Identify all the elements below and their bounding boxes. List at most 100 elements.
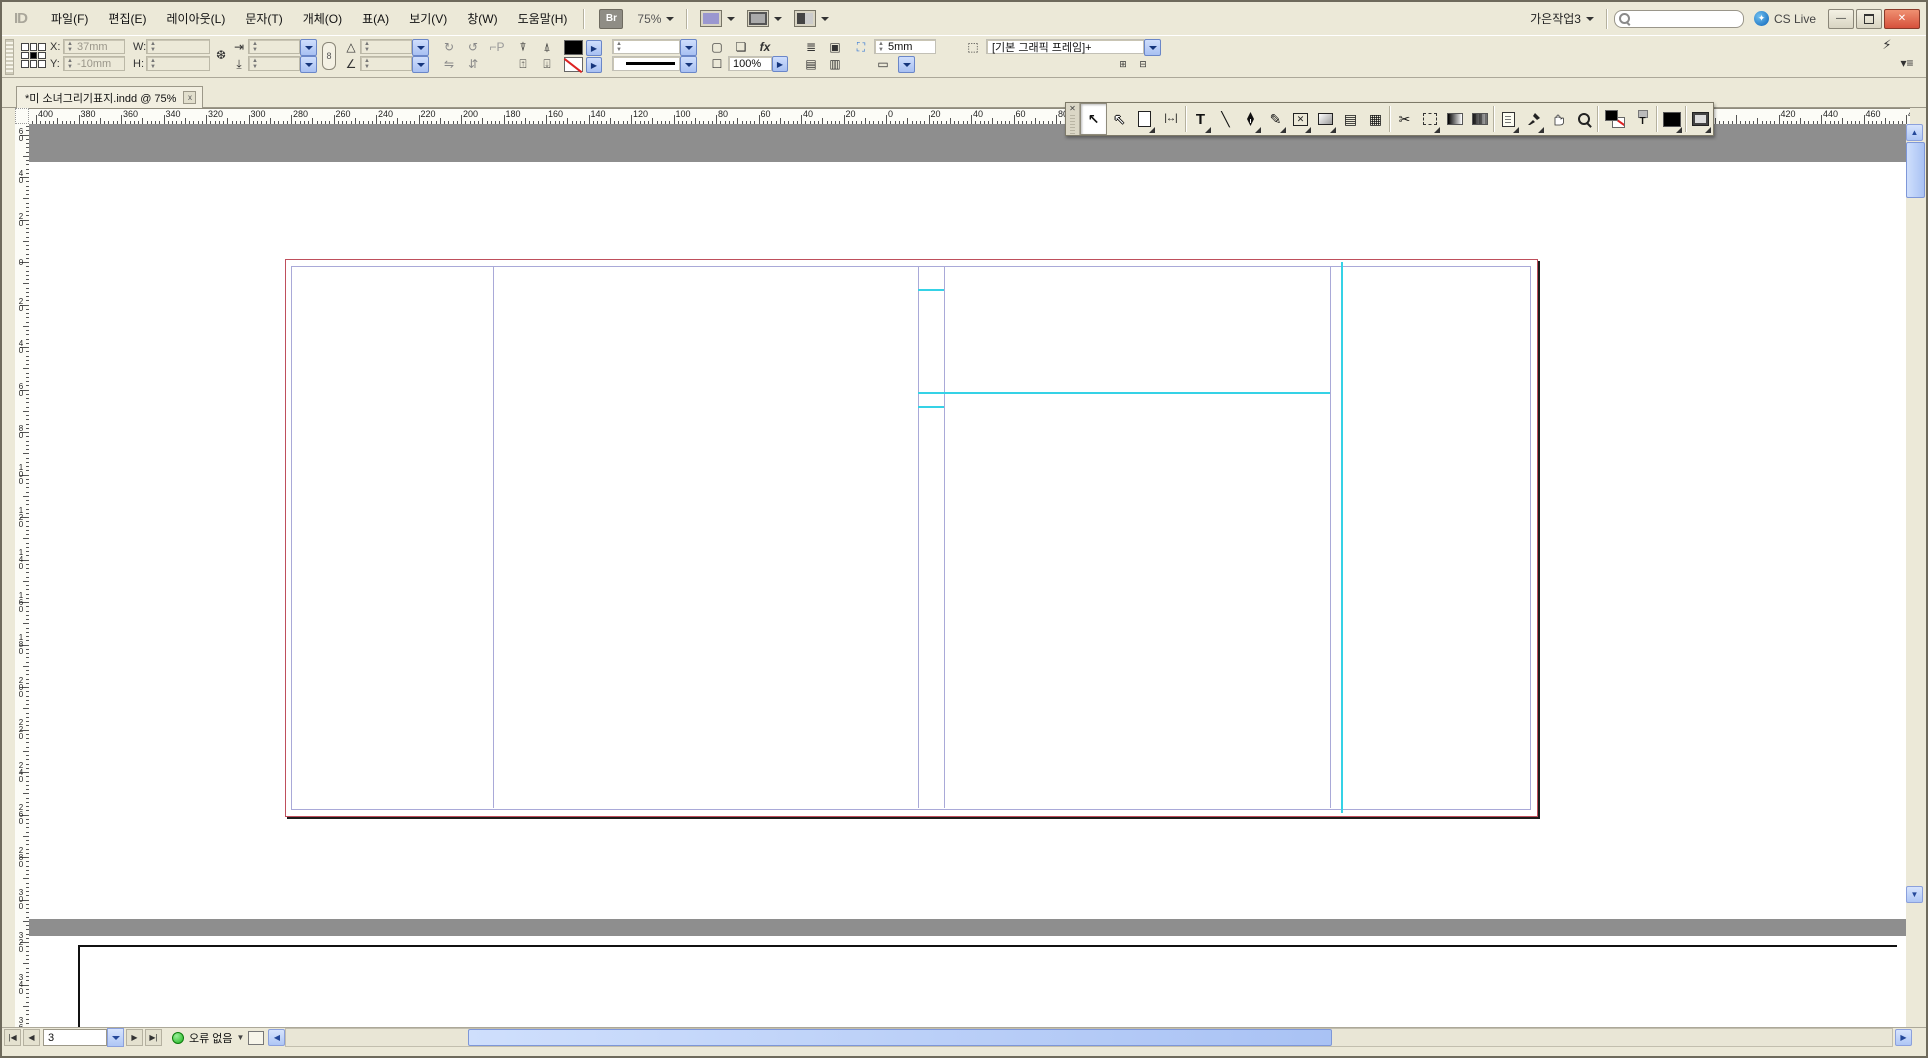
fill-color-swatch[interactable] xyxy=(564,40,583,55)
fill-color-menu-button[interactable]: ▶ xyxy=(586,40,602,56)
effects-fx-icon[interactable]: fx xyxy=(756,39,774,55)
panel-close-icon[interactable]: ✕ xyxy=(1069,104,1076,113)
scroll-down-arrow[interactable]: ▼ xyxy=(1906,886,1923,903)
menu-창W[interactable]: 창(W) xyxy=(457,7,507,30)
type-tool[interactable]: T xyxy=(1188,103,1213,135)
zoom-tool[interactable] xyxy=(1571,103,1596,135)
horizontal-scroll-thumb[interactable] xyxy=(468,1029,1332,1046)
constrain-scale-link-icon[interactable]: 8 xyxy=(322,42,336,70)
ruler-origin-box[interactable] xyxy=(15,108,29,124)
opacity-field[interactable]: 100% xyxy=(728,56,772,71)
apply-color-button[interactable] xyxy=(1659,103,1684,135)
bridge-button[interactable]: Br xyxy=(599,9,623,29)
object-style-dropdown-button[interactable] xyxy=(1144,39,1161,56)
column-guide[interactable] xyxy=(918,266,919,808)
direct-selection-tool[interactable]: ↖ xyxy=(1107,103,1132,135)
frame-fit-amount-field[interactable]: ▲▼5mm xyxy=(874,39,936,54)
menu-표A[interactable]: 표(A) xyxy=(352,7,399,30)
search-input[interactable] xyxy=(1614,10,1744,28)
wrap-jump-button[interactable]: ▥ xyxy=(826,56,844,72)
wrap-none-button[interactable]: ≣ xyxy=(802,39,820,55)
column-guide[interactable] xyxy=(944,266,945,808)
scissors-tool[interactable]: ✂ xyxy=(1392,103,1417,135)
opacity-menu-button[interactable]: ▶ xyxy=(772,56,788,72)
stroke-weight-field[interactable]: ▲▼ xyxy=(612,39,680,54)
height-field[interactable]: ▲▼ xyxy=(146,56,210,71)
column-guide[interactable] xyxy=(493,266,494,808)
column-guide[interactable] xyxy=(1330,266,1331,808)
rectangle-tool[interactable] xyxy=(1313,103,1338,135)
select-previous-button[interactable]: ⍐ xyxy=(514,56,532,72)
restore-button[interactable] xyxy=(1856,9,1882,29)
line-tool[interactable]: ╲ xyxy=(1213,103,1238,135)
gradient-feather-tool[interactable] xyxy=(1467,103,1492,135)
vertical-scrollbar[interactable]: ▲ ▼ xyxy=(1906,124,1923,1032)
ruler-guide-short[interactable] xyxy=(918,406,944,408)
scroll-up-arrow[interactable]: ▲ xyxy=(1906,124,1923,141)
minimize-button[interactable]: — xyxy=(1828,9,1854,29)
shear-angle-field[interactable]: ▲▼ xyxy=(360,56,412,71)
scale-x-dropdown[interactable] xyxy=(300,39,317,56)
rotation-angle-field[interactable]: ▲▼ xyxy=(360,39,412,54)
frame-fitting-icon[interactable]: ⛶ xyxy=(852,39,870,55)
last-page-button[interactable]: ▶| xyxy=(145,1029,162,1046)
preflight-menu-arrow[interactable]: ▼ xyxy=(237,1033,245,1042)
width-field[interactable]: ▲▼ xyxy=(146,39,210,54)
spinner[interactable]: ▲▼ xyxy=(148,41,158,53)
menu-보기V[interactable]: 보기(V) xyxy=(399,7,457,30)
view-options-dropdown[interactable] xyxy=(694,8,741,29)
vertical-scroll-thumb[interactable] xyxy=(1906,142,1925,198)
pen-tool[interactable] xyxy=(1238,103,1263,135)
pencil-tool[interactable]: ✎ xyxy=(1263,103,1288,135)
page-list-dropdown[interactable] xyxy=(107,1028,124,1047)
select-content-button[interactable]: ⍋ xyxy=(538,39,556,55)
fitting-options-dropdown[interactable] xyxy=(898,56,915,73)
previous-page-button[interactable]: ◀ xyxy=(23,1029,40,1046)
stroke-weight-dropdown[interactable] xyxy=(680,39,697,56)
arrange-documents-dropdown[interactable] xyxy=(788,8,835,29)
workspace-switcher[interactable]: 가은작업3 xyxy=(1524,8,1600,29)
flip-vertical-button[interactable]: ⇵ xyxy=(464,56,482,72)
vertical-ruler[interactable]: 6040200204060801001201401601802002202402… xyxy=(15,124,30,1032)
scale-x-field[interactable]: ▲▼ xyxy=(248,39,300,54)
document-canvas[interactable] xyxy=(29,124,1910,1032)
hand-tool[interactable] xyxy=(1546,103,1571,135)
scale-y-field[interactable]: ▲▼ xyxy=(248,56,300,71)
select-next-button[interactable]: ⍗ xyxy=(538,56,556,72)
screen-mode-button[interactable] xyxy=(1688,103,1713,135)
panel-menu-icon[interactable]: ▾≡ xyxy=(1898,55,1916,71)
clear-overrides-icon[interactable]: ⊟ xyxy=(1134,56,1152,72)
menu-문자T[interactable]: 문자(T) xyxy=(235,7,292,30)
select-container-button[interactable]: ⍒ xyxy=(514,39,532,55)
menu-레이아웃L[interactable]: 레이아웃(L) xyxy=(156,7,235,30)
page-number-field[interactable]: 3 xyxy=(43,1029,107,1046)
wrap-bounding-box-button[interactable]: ▣ xyxy=(826,39,844,55)
document-tab[interactable]: *미 소녀그리기표지.indd @ 75% x xyxy=(16,86,203,108)
panel-grip[interactable] xyxy=(1070,115,1075,135)
first-page-button[interactable]: |◀ xyxy=(4,1029,21,1046)
close-button[interactable]: ✕ xyxy=(1884,9,1920,29)
drop-shadow-icon[interactable]: ❏ xyxy=(732,39,750,55)
menu-편집E[interactable]: 편집(E) xyxy=(98,7,156,30)
menu-파일F[interactable]: 파일(F) xyxy=(41,7,98,30)
spinner[interactable]: ▲▼ xyxy=(65,58,75,70)
style-override-icon[interactable]: ⊞ xyxy=(1114,56,1132,72)
corner-options-icon[interactable]: ▢ xyxy=(708,39,726,55)
gradient-swatch-tool[interactable] xyxy=(1442,103,1467,135)
note-tool[interactable] xyxy=(1496,103,1521,135)
fill-stroke-swatches[interactable] xyxy=(1600,103,1630,135)
scale-y-dropdown[interactable] xyxy=(300,56,317,73)
screen-mode-dropdown[interactable] xyxy=(741,8,788,29)
ruler-guide-horizontal[interactable] xyxy=(918,392,1330,394)
scroll-left-arrow[interactable]: ◀ xyxy=(268,1029,285,1046)
flip-horizontal-button[interactable]: ⇋ xyxy=(440,56,458,72)
wrap-object-shape-button[interactable]: ▤ xyxy=(802,56,820,72)
free-transform-tool[interactable] xyxy=(1417,103,1442,135)
tab-close-icon[interactable]: x xyxy=(183,91,196,104)
next-page-button[interactable]: ▶ xyxy=(126,1029,143,1046)
rotate-cw-button[interactable]: ↻ xyxy=(440,39,458,55)
stroke-style-dropdown[interactable] xyxy=(612,56,680,71)
stroke-color-swatch[interactable] xyxy=(564,57,583,72)
selection-tool[interactable]: ↖ xyxy=(1080,103,1107,135)
scroll-right-arrow[interactable]: ▶ xyxy=(1895,1029,1912,1046)
